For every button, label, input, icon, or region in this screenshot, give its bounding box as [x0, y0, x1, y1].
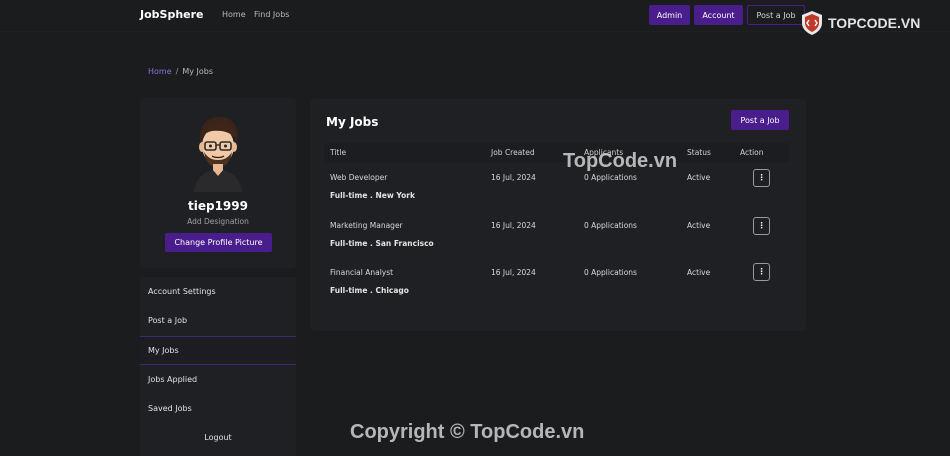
job-actions-menu-button[interactable]: ⋮	[753, 217, 770, 235]
job-meta: Full-time . Chicago	[330, 286, 409, 295]
nav-post-job-button[interactable]: Post a Job	[747, 5, 805, 25]
job-actions-menu-button[interactable]: ⋮	[753, 169, 770, 187]
job-created-date: 16 Jul, 2024	[491, 221, 536, 230]
breadcrumb-separator: /	[175, 67, 179, 76]
breadcrumb-current: My Jobs	[182, 67, 214, 76]
more-vertical-icon: ⋮	[757, 173, 766, 182]
job-status: Active	[687, 173, 711, 182]
admin-button[interactable]: Admin	[649, 5, 690, 25]
avatar	[194, 116, 242, 192]
topcode-logo-text: TOPCODE.VN	[828, 15, 921, 31]
nav-link-find-jobs[interactable]: Find Jobs	[254, 10, 289, 19]
job-title[interactable]: Financial Analyst	[330, 268, 393, 277]
profile-designation[interactable]: Add Designation	[140, 217, 296, 226]
table-row: Financial Analyst Full-time . Chicago 16…	[310, 263, 806, 313]
column-header-job-created: Job Created	[491, 148, 535, 157]
job-applicants: 0 Applications	[584, 268, 637, 277]
job-applicants: 0 Applications	[584, 221, 637, 230]
account-button[interactable]: Account	[694, 5, 743, 25]
nav-link-home[interactable]: Home	[222, 10, 246, 19]
job-meta: Full-time . New York	[330, 191, 415, 200]
profile-username: tiep1999	[188, 199, 248, 213]
watermark-center-text: TopCode.vn	[563, 150, 678, 172]
job-meta: Full-time . San Francisco	[330, 239, 434, 248]
more-vertical-icon: ⋮	[757, 267, 766, 276]
jobs-table-header: Title Job Created Applicants Status Acti…	[324, 143, 789, 162]
job-title[interactable]: Web Developer	[330, 173, 387, 182]
job-actions-menu-button[interactable]: ⋮	[753, 263, 770, 281]
post-job-button[interactable]: Post a Job	[731, 110, 789, 130]
change-profile-picture-button[interactable]: Change Profile Picture	[165, 233, 272, 252]
table-row: Marketing Manager Full-time . San Franci…	[310, 217, 806, 265]
menu-item-account-settings[interactable]: Account Settings	[140, 277, 296, 306]
job-created-date: 16 Jul, 2024	[491, 268, 536, 277]
job-applicants: 0 Applications	[584, 173, 637, 182]
menu-item-logout[interactable]: Logout	[140, 423, 296, 452]
breadcrumb-home-link[interactable]: Home	[148, 67, 172, 76]
my-jobs-panel: My Jobs Post a Job Title Job Created App…	[310, 99, 806, 331]
watermark-copyright-text: Copyright © TopCode.vn	[350, 421, 585, 443]
more-vertical-icon: ⋮	[757, 221, 766, 230]
profile-card: tiep1999 Add Designation Change Profile …	[140, 98, 296, 268]
menu-item-saved-jobs[interactable]: Saved Jobs	[140, 394, 296, 423]
column-header-title: Title	[330, 148, 347, 157]
column-header-status: Status	[687, 148, 711, 157]
menu-item-my-jobs[interactable]: My Jobs	[140, 336, 296, 365]
brand-logo[interactable]: JobSphere	[140, 8, 204, 21]
breadcrumb: Home / My Jobs	[148, 67, 213, 76]
job-created-date: 16 Jul, 2024	[491, 173, 536, 182]
column-header-action: Action	[740, 148, 764, 157]
job-status: Active	[687, 268, 711, 277]
job-title[interactable]: Marketing Manager	[330, 221, 403, 230]
table-row: Web Developer Full-time . New York 16 Ju…	[310, 169, 806, 217]
job-status: Active	[687, 221, 711, 230]
topcode-watermark-logo: TOPCODE.VN	[800, 10, 920, 36]
topcode-shield-icon	[802, 11, 822, 35]
panel-title: My Jobs	[326, 115, 379, 129]
menu-item-jobs-applied[interactable]: Jobs Applied	[140, 365, 296, 394]
menu-item-post-job[interactable]: Post a Job	[140, 306, 296, 335]
account-side-menu: Account Settings Post a Job My Jobs Jobs…	[140, 277, 296, 456]
